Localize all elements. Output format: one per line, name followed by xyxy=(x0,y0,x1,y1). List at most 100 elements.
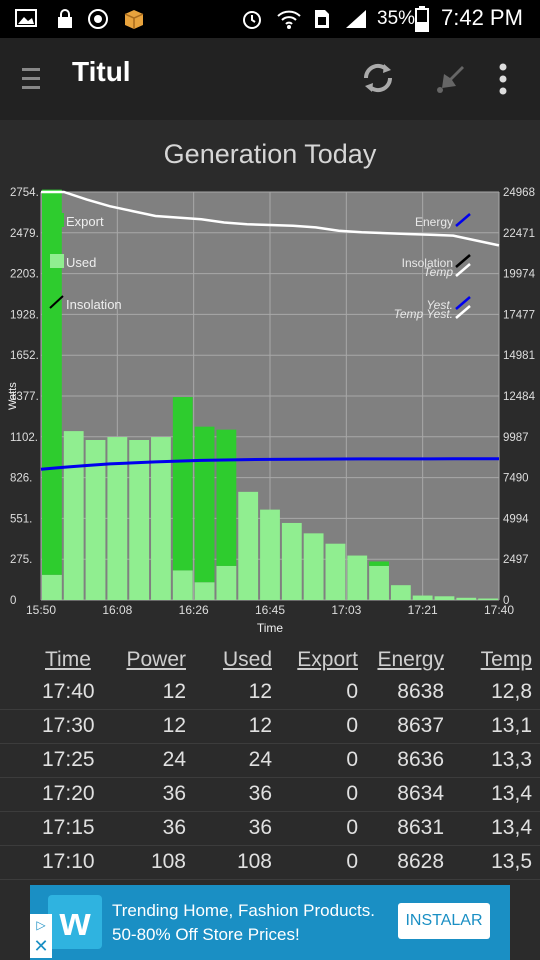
y-tick-label-right: 9987 xyxy=(503,432,529,444)
y-tick-label-left: 551. xyxy=(10,513,32,525)
table-cell: 13,5 xyxy=(491,850,532,873)
table-cell: 0 xyxy=(346,714,358,737)
table-row: 17:25 24 24 0 8636 13,3 xyxy=(0,744,540,778)
table-row: 17:30 12 12 0 8637 13,1 xyxy=(0,710,540,744)
y-tick-label-left: 826. xyxy=(10,473,32,485)
table-cell: 8637 xyxy=(397,714,444,737)
table-cell: 13,3 xyxy=(491,748,532,771)
y-tick-label-right: 19974 xyxy=(503,269,536,281)
table-cell: 12 xyxy=(162,714,186,737)
y-tick-label-right: 12484 xyxy=(503,391,536,403)
table-cell: 8638 xyxy=(397,680,444,703)
table-row: 17:15 36 36 0 8631 13,4 xyxy=(0,812,540,846)
table-cell: 0 xyxy=(346,748,358,771)
x-tick-label: 17:03 xyxy=(331,603,361,617)
y-tick-label-left: 1928. xyxy=(10,309,39,321)
bar-used xyxy=(456,597,477,600)
header-export[interactable]: Export xyxy=(280,648,358,672)
y-tick-label-left: 2479. xyxy=(10,228,39,240)
table-header: Time Power Used Export Energy Temp xyxy=(0,644,540,676)
bar-used xyxy=(194,582,215,600)
header-energy[interactable]: Energy xyxy=(362,648,444,672)
y-axis-label: Watts xyxy=(7,382,19,410)
table-cell: 8631 xyxy=(397,816,444,839)
image-icon xyxy=(15,9,37,27)
bar-used xyxy=(347,555,368,600)
y-tick-label-right: 2497 xyxy=(503,554,529,566)
table-cell: 12 xyxy=(248,680,272,703)
table-cell: 0 xyxy=(346,850,358,873)
ad-text[interactable]: Trending Home, Fashion Products. 50-80% … xyxy=(112,899,392,947)
legend-swatch-used xyxy=(50,254,64,268)
x-tick-label: 16:45 xyxy=(255,603,285,617)
bar-used xyxy=(281,522,302,600)
table-row: 17:10 108 108 0 8628 13,5 xyxy=(0,846,540,880)
bar-used xyxy=(434,596,455,600)
table-cell: 13,4 xyxy=(491,816,532,839)
x-axis-label: Time xyxy=(257,621,284,635)
legend-energy: Energy xyxy=(415,215,453,229)
overflow-icon[interactable] xyxy=(498,62,508,96)
clock: 7:42 PM xyxy=(441,5,523,30)
x-tick-label: 15:50 xyxy=(26,603,56,617)
ad-close-icon[interactable]: ✕ xyxy=(30,936,52,958)
menu-icon[interactable] xyxy=(22,66,40,92)
refresh-icon[interactable] xyxy=(358,58,398,98)
status-bar: 35% 7:42 PM xyxy=(0,0,540,38)
header-power[interactable]: Power xyxy=(100,648,186,672)
x-tick-label: 16:26 xyxy=(179,603,209,617)
ad-banner[interactable]: w Trending Home, Fashion Products. 50-80… xyxy=(30,885,510,960)
header-temp[interactable]: Temp xyxy=(450,648,532,672)
header-used[interactable]: Used xyxy=(190,648,272,672)
app-title: Titul xyxy=(72,56,131,87)
table-cell: 13,1 xyxy=(491,714,532,737)
y-tick-label-left: 2203. xyxy=(10,269,39,281)
y-tick-label-right: 4994 xyxy=(503,513,529,525)
bar-used xyxy=(63,431,84,600)
x-tick-label: 16:08 xyxy=(102,603,132,617)
table-cell: 24 xyxy=(162,748,186,771)
bar-used xyxy=(412,595,433,600)
table-cell: 8628 xyxy=(397,850,444,873)
table-cell: 13,4 xyxy=(491,782,532,805)
table-cell: 108 xyxy=(150,850,186,873)
y-tick-label-left: 1652. xyxy=(10,350,39,362)
ad-logo[interactable]: w xyxy=(48,895,102,949)
alarm-icon xyxy=(243,11,261,29)
legend-insolation: Insolation xyxy=(66,297,122,312)
ad-info-icon[interactable]: ▷ xyxy=(30,914,52,936)
table-cell: 108 xyxy=(236,850,272,873)
table-cell: 12,8 xyxy=(491,680,532,703)
bar-used xyxy=(238,491,259,600)
y-tick-label-left: 275. xyxy=(10,554,32,566)
y-tick-label-right: 7490 xyxy=(503,473,529,485)
table-row: 17:40 12 12 0 8638 12,8 xyxy=(0,676,540,710)
table-cell: 24 xyxy=(248,748,272,771)
table-cell: 8634 xyxy=(397,782,444,805)
bar-used xyxy=(107,437,128,600)
chart-title: Generation Today xyxy=(163,139,377,169)
table-cell: 8636 xyxy=(397,748,444,771)
lock-icon xyxy=(58,9,72,28)
legend-swatch-export xyxy=(50,213,64,227)
bar-used xyxy=(303,533,324,600)
y-tick-label-left: 1102. xyxy=(10,432,38,444)
x-tick-label: 17:21 xyxy=(408,603,438,617)
generation-chart: 15:50 16:08 16:26 16:45 17:03 17:21 17:400275.… xyxy=(7,187,536,635)
table-cell: 0 xyxy=(346,816,358,839)
bar-used xyxy=(369,565,389,600)
pin-icon[interactable] xyxy=(432,60,468,96)
bar-used xyxy=(42,574,62,600)
battery-icon xyxy=(415,6,429,32)
table-cell: 36 xyxy=(162,782,186,805)
signal-icon xyxy=(346,10,366,28)
y-tick-label-right: 0 xyxy=(503,595,509,607)
bar-export xyxy=(216,429,237,566)
bar-export xyxy=(369,561,389,566)
install-button[interactable]: INSTALAR xyxy=(398,903,490,939)
y-tick-label-right: 24968 xyxy=(503,187,535,199)
table-cell: 36 xyxy=(162,816,186,839)
legend-temp: Temp xyxy=(423,265,453,279)
legend-used: Used xyxy=(66,255,96,270)
bar-export xyxy=(42,189,62,575)
